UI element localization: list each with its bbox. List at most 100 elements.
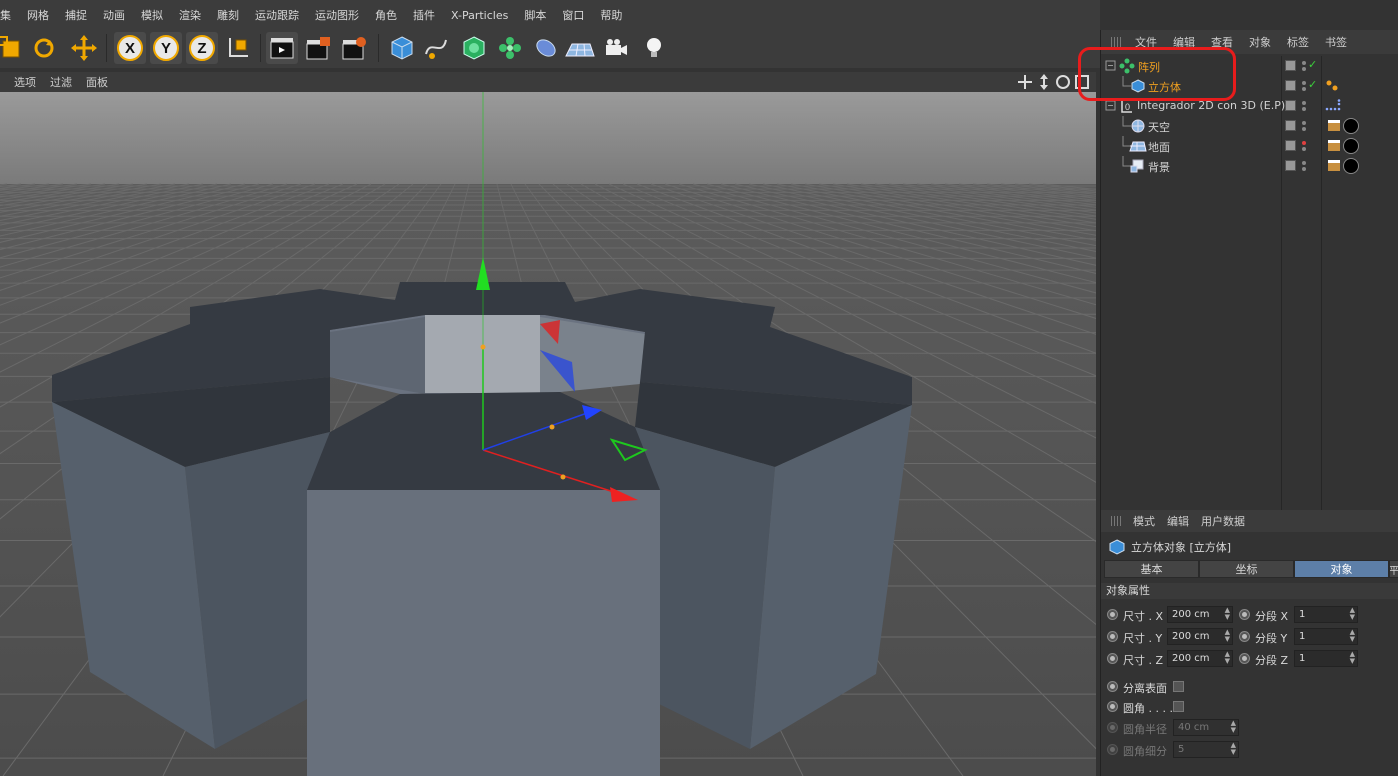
add-mograph-button[interactable] [494, 32, 526, 64]
material-tag-icon[interactable] [1343, 158, 1359, 174]
orbit-icon[interactable] [1055, 74, 1071, 90]
object-row-background[interactable]: 背景 [1101, 156, 1398, 176]
panel-grip-icon[interactable] [1111, 516, 1121, 526]
scale-tool-button[interactable] [0, 32, 26, 64]
menu-animate[interactable]: 动画 [95, 7, 133, 23]
add-floor-button[interactable] [564, 32, 596, 64]
menu-window[interactable]: 窗口 [554, 7, 592, 23]
om-menu-view[interactable]: 查看 [1203, 34, 1241, 50]
add-light-button[interactable] [638, 32, 670, 64]
x-axis-lock-button[interactable]: X [114, 32, 146, 64]
layer-swatch[interactable] [1285, 60, 1296, 71]
menu-motion-tracking[interactable]: 运动跟踪 [247, 7, 307, 23]
menu-script[interactable]: 脚本 [516, 7, 554, 23]
phong-tag-icon[interactable] [1325, 79, 1339, 93]
seg-y-field[interactable]: 1 ▲ ▼ [1294, 628, 1358, 645]
separate-surfaces-checkbox[interactable] [1173, 681, 1184, 692]
enabled-check-icon[interactable]: ✓ [1308, 58, 1317, 71]
array-object[interactable] [52, 282, 912, 776]
object-row-sky[interactable]: 天空 [1101, 116, 1398, 136]
animate-radio[interactable] [1107, 681, 1118, 692]
om-menu-objects[interactable]: 对象 [1241, 34, 1279, 50]
menu-render[interactable]: 渲染 [171, 7, 209, 23]
om-menu-file[interactable]: 文件 [1127, 34, 1165, 50]
animate-radio[interactable] [1107, 653, 1118, 664]
menu-plugins[interactable]: 插件 [405, 7, 443, 23]
menu-snap[interactable]: 捕捉 [57, 7, 95, 23]
viewport-menu-panel[interactable]: 面板 [79, 74, 115, 90]
menu-mograph[interactable]: 运动图形 [307, 7, 367, 23]
perspective-viewport[interactable] [0, 92, 1096, 776]
enabled-check-icon[interactable]: ✓ [1308, 78, 1317, 91]
layer-swatch[interactable] [1285, 140, 1296, 151]
viewport-menu-options[interactable]: 选项 [0, 74, 43, 90]
menu-simulate[interactable]: 模拟 [133, 7, 171, 23]
coordinate-system-button[interactable] [222, 32, 254, 64]
seg-x-field[interactable]: 1 ▲ ▼ [1294, 606, 1358, 623]
layer-swatch[interactable] [1285, 120, 1296, 131]
animate-radio[interactable] [1107, 701, 1118, 712]
pan-icon[interactable] [1017, 74, 1033, 90]
render-picture-viewer-button[interactable] [302, 32, 334, 64]
om-menu-edit[interactable]: 编辑 [1165, 34, 1203, 50]
z-axis-lock-button[interactable]: Z [186, 32, 218, 64]
om-menu-bookmarks[interactable]: 书签 [1317, 34, 1355, 50]
menu-help[interactable]: 帮助 [592, 7, 630, 23]
menu-edit-partial[interactable]: 集 [0, 7, 19, 23]
object-row-integrador[interactable]: 0 Integrador 2D con 3D (E.P) [1101, 96, 1398, 116]
animate-radio[interactable] [1107, 609, 1118, 620]
panel-grip-icon[interactable] [1111, 37, 1121, 47]
tab-phong-partial[interactable]: 平 [1389, 560, 1398, 578]
menu-character[interactable]: 角色 [367, 7, 405, 23]
compositing-tag-icon[interactable] [1328, 140, 1340, 151]
layer-swatch[interactable] [1285, 80, 1296, 91]
collapse-toggle-icon[interactable] [1105, 100, 1117, 112]
menu-xparticles[interactable]: X-Particles [443, 9, 516, 22]
dotted-tag-icon[interactable] [1325, 99, 1341, 113]
animate-radio[interactable] [1239, 631, 1250, 642]
animate-radio[interactable] [1107, 631, 1118, 642]
tab-coord[interactable]: 坐标 [1199, 560, 1294, 578]
fillet-checkbox[interactable] [1173, 701, 1184, 712]
fillet-row: 圆角 . . . . [1101, 697, 1398, 717]
render-settings-button[interactable] [338, 32, 370, 64]
compositing-tag-icon[interactable] [1328, 160, 1340, 171]
object-row-array[interactable]: 阵列 ✓ [1101, 56, 1398, 76]
compositing-tag-icon[interactable] [1328, 120, 1340, 131]
tab-object[interactable]: 对象 [1294, 560, 1389, 578]
animate-radio[interactable] [1239, 653, 1250, 664]
animate-radio[interactable] [1239, 609, 1250, 620]
size-z-field[interactable]: 200 cm ▲ ▼ [1167, 650, 1233, 667]
maximize-view-icon[interactable] [1074, 74, 1090, 90]
rotate-tool-button[interactable] [28, 32, 60, 64]
add-spline-button[interactable] [420, 32, 452, 64]
om-menu-tags[interactable]: 标签 [1279, 34, 1317, 50]
object-row-floor[interactable]: 地面 [1101, 136, 1398, 156]
main-toolbar: X Y Z [0, 30, 1100, 68]
am-menu-edit[interactable]: 编辑 [1161, 513, 1195, 529]
layer-swatch[interactable] [1285, 160, 1296, 171]
collapse-toggle-icon[interactable] [1105, 60, 1117, 72]
menu-sculpt[interactable]: 雕刻 [209, 7, 247, 23]
add-cube-button[interactable] [386, 32, 418, 64]
material-tag-icon[interactable] [1343, 138, 1359, 154]
add-deformer-button[interactable] [530, 32, 562, 64]
size-y-field[interactable]: 200 cm ▲ ▼ [1167, 628, 1233, 645]
menu-mesh[interactable]: 网格 [19, 7, 57, 23]
size-x-field[interactable]: 200 cm ▲ ▼ [1167, 606, 1233, 623]
render-view-button[interactable] [266, 32, 298, 64]
am-menu-userdata[interactable]: 用户数据 [1195, 513, 1251, 529]
am-menu-mode[interactable]: 模式 [1127, 513, 1161, 529]
object-row-cube[interactable]: 立方体 ✓ [1101, 76, 1398, 96]
tab-basic[interactable]: 基本 [1104, 560, 1199, 578]
add-generator-button[interactable] [458, 32, 490, 64]
dolly-icon[interactable] [1036, 74, 1052, 90]
seg-z-field[interactable]: 1 ▲ ▼ [1294, 650, 1358, 667]
layer-swatch[interactable] [1285, 100, 1296, 111]
move-tool-button[interactable] [68, 32, 100, 64]
material-tag-icon[interactable] [1343, 118, 1359, 134]
seg-x-label: 分段 X [1255, 610, 1289, 623]
add-camera-button[interactable] [600, 32, 632, 64]
viewport-menu-filter[interactable]: 过滤 [43, 74, 79, 90]
y-axis-lock-button[interactable]: Y [150, 32, 182, 64]
